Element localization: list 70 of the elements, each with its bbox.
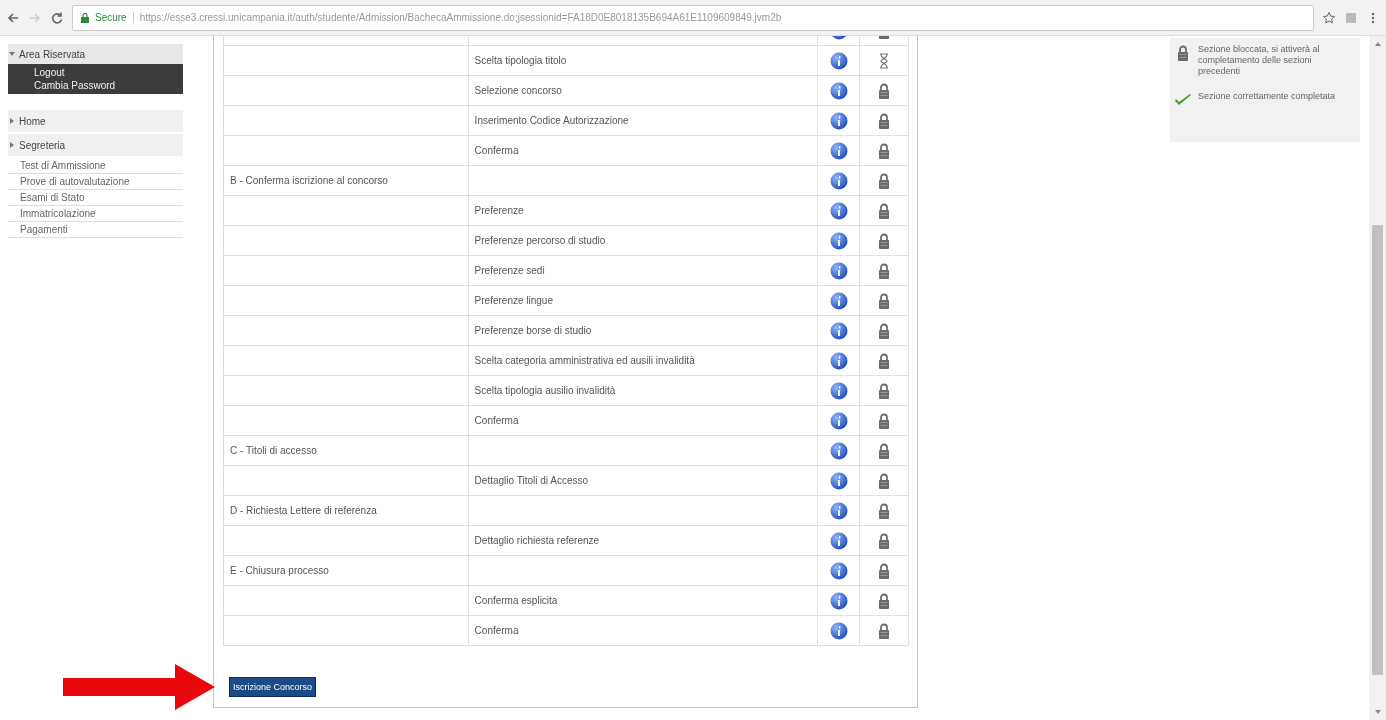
info-icon[interactable] bbox=[829, 231, 848, 250]
secure-label: Secure bbox=[95, 12, 134, 23]
substep-cell: Preferenze borse di studio bbox=[468, 315, 818, 346]
info-icon[interactable] bbox=[829, 501, 848, 520]
info-icon[interactable] bbox=[829, 441, 848, 460]
info-icon[interactable] bbox=[829, 201, 848, 220]
section-title: Area Riservata bbox=[19, 48, 86, 60]
info-icon[interactable] bbox=[829, 381, 848, 400]
substep-cell: Conferma bbox=[468, 405, 818, 436]
info-icon[interactable] bbox=[829, 561, 848, 580]
submenu-item[interactable]: Pagamenti bbox=[8, 222, 183, 238]
legend-text: Sezione bloccata, si attiverà al completamento delle sezioni precedenti bbox=[1198, 44, 1321, 77]
info-icon[interactable] bbox=[829, 291, 848, 310]
substep-cell: Preferenze bbox=[468, 195, 818, 226]
scrollbar[interactable] bbox=[1369, 36, 1386, 720]
info-icon[interactable] bbox=[829, 81, 848, 100]
substep-cell: Inserimento Codice Autorizzazione bbox=[468, 105, 818, 136]
menu-label: Segreteria bbox=[19, 139, 66, 151]
caret-icon bbox=[8, 117, 16, 125]
lock-icon bbox=[81, 12, 89, 23]
substep-cell: Conferma esplicita bbox=[468, 585, 818, 616]
reload-icon[interactable] bbox=[50, 10, 64, 25]
legend-text: Sezione correttamente completata bbox=[1198, 91, 1336, 102]
step-cell: E - Chiusura processo bbox=[223, 555, 469, 586]
info-icon[interactable] bbox=[829, 531, 848, 550]
section-header[interactable]: Area Riservata bbox=[8, 44, 183, 64]
scroll-thumb[interactable] bbox=[1372, 225, 1383, 675]
address-bar[interactable]: Secure https://esse3.cressi.unicampania.it/auth/studente/Admission/BachecaAmmissione.do;jsessionid=FA18D0E8018135B694A61E1109609849.jvm2b bbox=[72, 4, 1314, 31]
info-icon[interactable] bbox=[829, 111, 848, 130]
substep-cell: Preferenze lingue bbox=[468, 285, 818, 316]
substep-cell: Conferma bbox=[468, 135, 818, 166]
menu-link[interactable]: Logout bbox=[34, 67, 183, 78]
substep-cell: Selezione concorso bbox=[468, 75, 818, 106]
substep-cell: Dettaglio richiesta referenze bbox=[468, 525, 818, 556]
submenu-item[interactable]: Test di Ammissione bbox=[8, 158, 183, 174]
info-icon[interactable] bbox=[829, 321, 848, 340]
substep-cell: Scelta tipologia ausilio invalidità bbox=[468, 375, 818, 406]
substep-cell: Preferenze sedi bbox=[468, 255, 818, 286]
info-icon[interactable] bbox=[829, 591, 848, 610]
info-icon[interactable] bbox=[829, 471, 848, 490]
back-icon[interactable] bbox=[6, 10, 20, 25]
info-icon[interactable] bbox=[829, 621, 848, 640]
info-icon[interactable] bbox=[829, 411, 848, 430]
menu-label: Home bbox=[19, 115, 46, 127]
scroll-down-icon[interactable] bbox=[1373, 708, 1382, 716]
star-icon[interactable] bbox=[1322, 10, 1336, 25]
step-cell: B - Conferma iscrizione al concorso bbox=[223, 165, 469, 196]
menu-item[interactable]: Segreteria bbox=[8, 134, 183, 156]
substep-cell: Preferenze percorso di studio bbox=[468, 225, 818, 256]
step-cell: D - Richiesta Lettere di referenza bbox=[223, 495, 469, 526]
substep-cell: Scelta categoria amministrativa ed ausili invalidità bbox=[468, 345, 818, 376]
step-cell: C - Titoli di accesso bbox=[223, 435, 469, 466]
scroll-up-icon[interactable] bbox=[1373, 40, 1382, 48]
submenu-item[interactable]: Immatricolazione bbox=[8, 206, 183, 222]
menu-link[interactable]: Cambia Password bbox=[34, 80, 183, 91]
menu-item[interactable]: Home bbox=[8, 110, 183, 132]
info-icon[interactable] bbox=[829, 141, 848, 160]
info-icon[interactable] bbox=[829, 51, 848, 70]
substep-cell: Scelta tipologia titolo bbox=[468, 45, 818, 76]
caret-icon bbox=[8, 141, 16, 149]
submit-button[interactable]: Iscrizione Concorso bbox=[229, 677, 317, 697]
substep-cell: Conferma bbox=[468, 615, 818, 646]
caret-icon bbox=[8, 50, 16, 58]
url-text: https://esse3.cressi.unicampania.it/auth/studente/Admission/BachecaAmmissione.do;jsessionid=FA18D0E8018135B694A61E1109609849.jvm2b bbox=[139, 12, 782, 23]
info-icon[interactable] bbox=[829, 261, 848, 280]
submenu-item[interactable]: Prove di autovalutazione bbox=[8, 174, 183, 190]
info-icon[interactable] bbox=[829, 351, 848, 370]
submenu-item[interactable]: Esami di Stato bbox=[8, 190, 183, 206]
info-icon[interactable] bbox=[829, 171, 848, 190]
substep-cell: Dettaglio Titoli di Accesso bbox=[468, 465, 818, 496]
